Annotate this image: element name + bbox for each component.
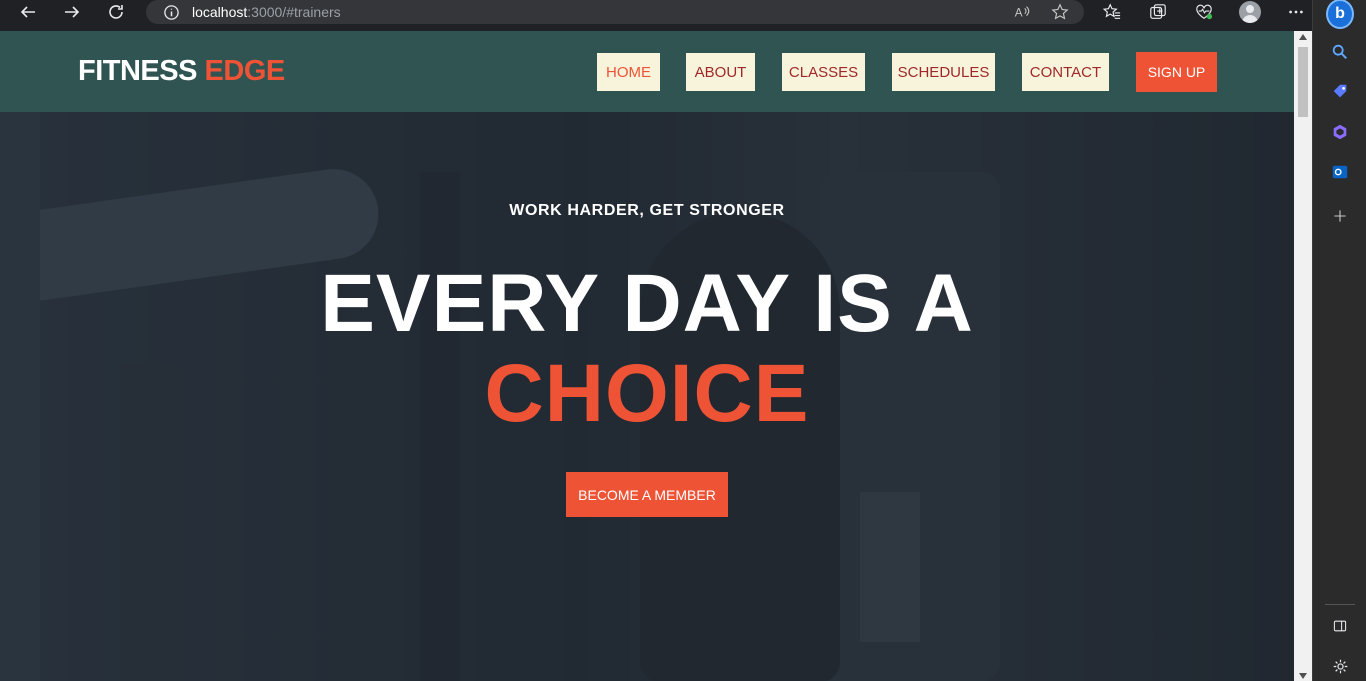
url-host: localhost xyxy=(192,4,248,20)
more-icon[interactable] xyxy=(1284,0,1308,24)
become-member-button[interactable]: BECOME A MEMBER xyxy=(566,472,728,517)
shopping-tag-icon[interactable] xyxy=(1326,78,1354,106)
url-path: :3000/#trainers xyxy=(247,4,341,20)
logo-main: FITNESS xyxy=(78,55,197,87)
sidebar-divider xyxy=(1325,604,1355,605)
nav-classes[interactable]: CLASSES xyxy=(782,53,865,91)
info-icon[interactable] xyxy=(160,1,182,23)
site-header: FITNESS EDGE HOME ABOUT CLASSES SCHEDULE… xyxy=(0,31,1294,112)
hero-headline-line1: EVERY DAY IS A xyxy=(320,258,974,349)
bing-copilot-icon[interactable]: b xyxy=(1326,0,1354,29)
search-icon[interactable] xyxy=(1326,38,1354,66)
scroll-down-arrow-icon[interactable] xyxy=(1299,673,1307,679)
copilot-icon[interactable] xyxy=(1326,118,1354,146)
star-icon[interactable] xyxy=(1050,2,1070,22)
forward-arrow-icon[interactable] xyxy=(56,0,88,24)
site-logo[interactable]: FITNESS EDGE xyxy=(78,55,285,88)
nav-contact[interactable]: CONTACT xyxy=(1022,53,1109,91)
page-scrollbar[interactable] xyxy=(1294,31,1312,681)
hero-tagline: WORK HARDER, GET STRONGER xyxy=(509,202,785,219)
browser-essentials-icon[interactable] xyxy=(1192,0,1216,24)
favorites-icon[interactable] xyxy=(1100,0,1124,24)
address-url: localhost:3000/#trainers xyxy=(192,4,341,20)
nav-schedules[interactable]: SCHEDULES xyxy=(892,53,995,91)
profile-avatar[interactable] xyxy=(1238,0,1262,24)
nav-about[interactable]: ABOUT xyxy=(686,53,755,91)
add-icon[interactable] xyxy=(1326,202,1354,230)
page-viewport: FITNESS EDGE HOME ABOUT CLASSES SCHEDULE… xyxy=(0,31,1294,681)
svg-text:A: A xyxy=(1015,7,1023,20)
back-arrow-icon[interactable] xyxy=(12,0,44,24)
sign-up-button[interactable]: SIGN UP xyxy=(1136,52,1217,92)
logo-accent: EDGE xyxy=(204,55,286,87)
refresh-icon[interactable] xyxy=(100,0,132,24)
edge-sidebar: b xyxy=(1312,0,1366,681)
collections-icon[interactable] xyxy=(1146,0,1170,24)
hero-section: WORK HARDER, GET STRONGER EVERY DAY IS A… xyxy=(0,112,1294,681)
browser-toolbar: localhost:3000/#trainers A xyxy=(0,0,1312,31)
sidebar-toggle-icon[interactable] xyxy=(1326,612,1354,640)
hero-headline-line2: CHOICE xyxy=(484,348,810,439)
settings-gear-icon[interactable] xyxy=(1326,652,1354,680)
scroll-thumb[interactable] xyxy=(1298,47,1308,117)
nav-home[interactable]: HOME xyxy=(597,53,660,91)
address-bar[interactable]: localhost:3000/#trainers A xyxy=(146,0,1084,24)
scroll-up-arrow-icon[interactable] xyxy=(1299,34,1307,40)
outlook-icon[interactable] xyxy=(1326,158,1354,186)
read-aloud-icon[interactable]: A xyxy=(1012,2,1032,22)
